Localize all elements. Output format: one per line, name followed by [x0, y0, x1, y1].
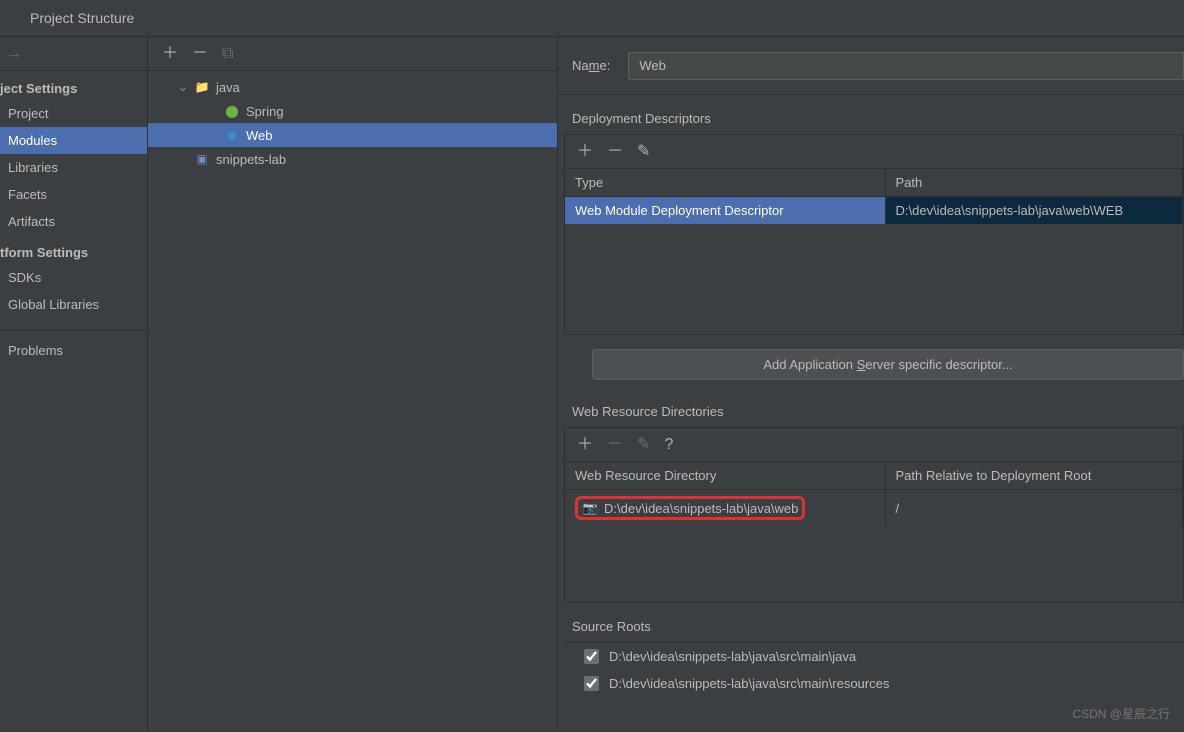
sidebar-section-platform: tform Settings — [0, 237, 147, 264]
tree-node-web[interactable]: ◉ Web — [148, 123, 557, 147]
remove-icon[interactable]: － — [192, 46, 208, 62]
web-icon: ◉ — [224, 127, 240, 143]
table-row[interactable]: Web Module Deployment Descriptor D:\dev\… — [565, 197, 1183, 225]
source-root-row[interactable]: D:\dev\idea\snippets-lab\java\src\main\j… — [564, 643, 1184, 670]
tree-node-java[interactable]: ⌄ 📁 java — [148, 75, 557, 99]
add-icon[interactable]: ＋ — [577, 144, 593, 160]
source-root-checkbox[interactable] — [584, 676, 599, 691]
highlighted-path: 📷 D:\dev\idea\snippets-lab\java\web — [575, 496, 805, 520]
col-dir: Web Resource Directory — [565, 462, 885, 490]
col-path: Path — [885, 169, 1183, 197]
tree-node-label: Web — [246, 128, 273, 143]
folder-icon: 📁 — [194, 79, 210, 95]
add-icon[interactable]: ＋ — [577, 437, 593, 453]
module-tree: ＋ － ⧉ ⌄ 📁 java ⬤ Spring ◉ Web ▣ — [148, 37, 558, 732]
cell-path: D:\dev\idea\snippets-lab\java\web\WEB — [885, 197, 1183, 225]
source-root-path: D:\dev\idea\snippets-lab\java\src\main\j… — [609, 649, 856, 664]
sidebar-section-project: ject Settings — [0, 73, 147, 100]
web-resource-table[interactable]: Web Resource Directory Path Relative to … — [565, 462, 1183, 526]
tree-node-spring[interactable]: ⬤ Spring — [148, 99, 557, 123]
deployment-descriptors-panel: ＋ － ✎ Type Path Web Module Deployment De… — [564, 134, 1184, 335]
remove-icon[interactable]: － — [607, 144, 623, 160]
edit-icon: ✎ — [637, 437, 650, 453]
edit-icon[interactable]: ✎ — [637, 144, 650, 160]
settings-sidebar: → ject Settings Project Modules Librarie… — [0, 37, 148, 732]
window-title: Project Structure — [0, 0, 1184, 36]
source-root-checkbox[interactable] — [584, 649, 599, 664]
sidebar-item-facets[interactable]: Facets — [0, 181, 147, 208]
chevron-down-icon: ⌄ — [178, 79, 188, 95]
web-resource-panel: ＋ － ✎ ? Web Resource Directory Path Rela… — [564, 427, 1184, 603]
source-roots-panel: D:\dev\idea\snippets-lab\java\src\main\j… — [564, 642, 1184, 697]
tree-node-label: java — [216, 80, 240, 95]
add-server-descriptor-button[interactable]: Add Application Server specific descript… — [592, 349, 1184, 380]
tree-node-label: Spring — [246, 104, 284, 119]
folder-icon: 📷 — [582, 500, 598, 516]
back-icon: → — [6, 46, 22, 62]
spring-icon: ⬤ — [224, 103, 240, 119]
sidebar-item-modules[interactable]: Modules — [0, 127, 147, 154]
col-type: Type — [565, 169, 885, 197]
remove-icon: － — [607, 437, 623, 453]
cell-rel: / — [885, 490, 1183, 527]
sidebar-item-problems[interactable]: Problems — [0, 337, 147, 364]
sidebar-item-artifacts[interactable]: Artifacts — [0, 208, 147, 235]
tree-node-snippets[interactable]: ▣ snippets-lab — [148, 147, 557, 171]
source-root-path: D:\dev\idea\snippets-lab\java\src\main\r… — [609, 676, 889, 691]
deployment-descriptors-table[interactable]: Type Path Web Module Deployment Descript… — [565, 169, 1183, 224]
table-row[interactable]: 📷 D:\dev\idea\snippets-lab\java\web / — [565, 490, 1183, 527]
cell-dir: 📷 D:\dev\idea\snippets-lab\java\web — [565, 490, 885, 527]
deployment-descriptors-title: Deployment Descriptors — [558, 95, 1184, 134]
module-icon: ▣ — [194, 151, 210, 167]
sidebar-item-project[interactable]: Project — [0, 100, 147, 127]
tree-node-label: snippets-lab — [216, 152, 286, 167]
help-icon[interactable]: ? — [664, 437, 673, 453]
sidebar-item-libraries[interactable]: Libraries — [0, 154, 147, 181]
sidebar-item-sdks[interactable]: SDKs — [0, 264, 147, 291]
cell-type: Web Module Deployment Descriptor — [565, 197, 885, 225]
source-roots-title: Source Roots — [558, 603, 1184, 642]
name-input[interactable] — [628, 52, 1184, 80]
copy-icon: ⧉ — [222, 46, 233, 62]
add-icon[interactable]: ＋ — [162, 46, 178, 62]
sidebar-item-global-libs[interactable]: Global Libraries — [0, 291, 147, 318]
name-label: Name: — [572, 58, 610, 73]
web-resource-title: Web Resource Directories — [558, 388, 1184, 427]
facet-details: Name: Deployment Descriptors ＋ － ✎ Type … — [558, 37, 1184, 732]
source-root-row[interactable]: D:\dev\idea\snippets-lab\java\src\main\r… — [564, 670, 1184, 697]
col-rel: Path Relative to Deployment Root — [885, 462, 1183, 490]
